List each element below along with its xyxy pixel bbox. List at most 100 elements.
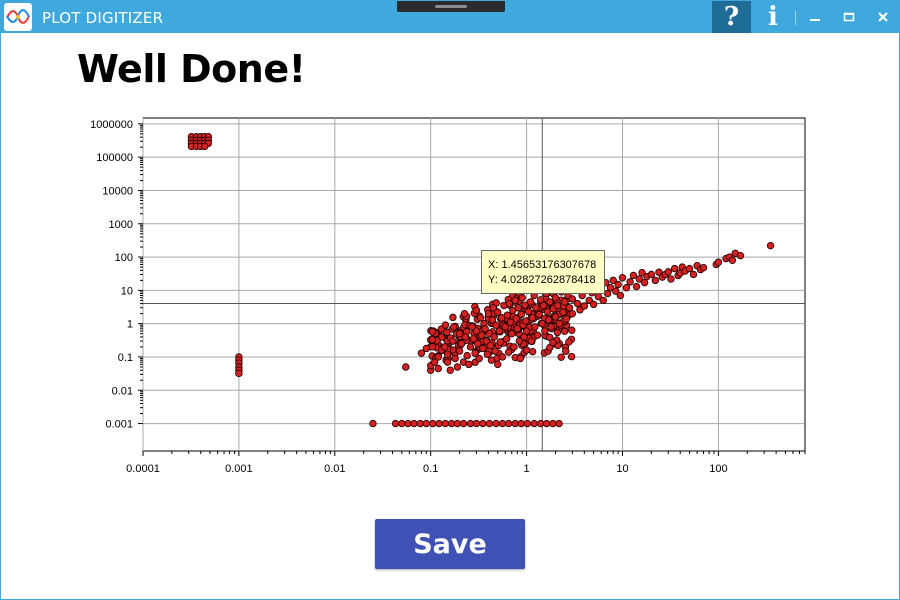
data-point (484, 309, 493, 318)
data-point (398, 419, 406, 428)
data-point (503, 311, 512, 319)
data-point (453, 363, 462, 371)
data-point (632, 282, 641, 291)
data-point (551, 294, 560, 302)
data-point (667, 275, 675, 283)
data-point (664, 268, 672, 276)
data-point (527, 337, 536, 345)
data-point (562, 347, 570, 355)
data-point (428, 343, 437, 351)
data-point (647, 270, 656, 279)
y-tick-label: 10000 (102, 185, 133, 197)
data-point (459, 419, 468, 428)
data-point (539, 301, 548, 310)
data-point (501, 323, 510, 331)
data-point (517, 419, 525, 428)
data-point (472, 419, 481, 428)
help-button[interactable]: ? (712, 1, 751, 33)
x-tick-label: 0.0001 (126, 463, 160, 475)
data-point (441, 419, 450, 428)
y-tick-label: 1000000 (90, 119, 133, 131)
data-point (457, 340, 466, 348)
data-point (736, 251, 745, 260)
close-icon (878, 12, 888, 22)
app-title: PLOT DIGITIZER (42, 9, 164, 27)
data-point (559, 308, 567, 316)
data-point (524, 307, 533, 316)
data-point (568, 326, 576, 334)
y-tick-label: 1 (127, 319, 133, 331)
data-point (422, 344, 431, 353)
data-point (443, 350, 452, 359)
data-point (201, 142, 209, 151)
data-point (476, 314, 485, 322)
data-point (504, 348, 513, 356)
data-point (491, 347, 499, 355)
data-point (699, 263, 708, 272)
close-button[interactable] (865, 1, 899, 33)
data-point (526, 298, 535, 306)
page-title: Well Done! (77, 47, 306, 91)
data-point (557, 353, 565, 361)
data-point (538, 319, 546, 328)
data-point (502, 335, 511, 343)
data-point (528, 347, 537, 356)
data-point (475, 354, 483, 363)
data-point (434, 364, 442, 373)
data-point (461, 333, 470, 341)
minimize-icon (810, 19, 820, 21)
data-point (446, 366, 454, 374)
data-point (555, 419, 563, 428)
data-point (513, 325, 522, 333)
data-point (449, 313, 457, 322)
data-point (622, 284, 631, 292)
data-point (551, 313, 560, 321)
data-point (453, 419, 462, 428)
data-point (450, 323, 458, 331)
data-point (580, 302, 589, 310)
data-point (490, 333, 498, 341)
data-point (511, 296, 519, 305)
data-point (568, 309, 577, 318)
data-point (626, 278, 634, 286)
x-tick-label: 10 (616, 463, 628, 475)
title-bar[interactable]: PLOT DIGITIZER ? i (1, 1, 899, 33)
data-point (536, 419, 545, 428)
data-point (466, 343, 475, 351)
data-point (568, 295, 577, 303)
data-point (472, 306, 481, 315)
data-point (531, 323, 539, 331)
data-point (549, 338, 557, 347)
data-point (544, 316, 553, 324)
data-point (546, 298, 554, 306)
data-point (589, 300, 598, 309)
data-point (498, 419, 507, 428)
info-button[interactable]: i (755, 1, 791, 33)
drag-handle[interactable] (397, 1, 505, 12)
data-point (689, 270, 698, 279)
data-point (522, 346, 531, 354)
data-point (530, 419, 538, 428)
y-tick-label: 10 (121, 285, 133, 297)
data-point (614, 280, 622, 289)
data-point (429, 419, 437, 428)
data-point (441, 343, 449, 351)
data-point (477, 331, 486, 339)
app-logo-icon (4, 3, 32, 31)
info-icon: i (768, 2, 778, 32)
data-point (555, 319, 564, 328)
data-point (435, 419, 443, 428)
save-button[interactable]: Save (375, 519, 525, 569)
data-point (479, 419, 487, 428)
data-point (547, 323, 555, 331)
minimize-button[interactable] (797, 1, 833, 33)
data-point (514, 304, 523, 312)
data-point (618, 274, 627, 282)
data-point (443, 328, 451, 336)
data-point (410, 419, 418, 428)
data-point (369, 419, 377, 428)
scatter-chart[interactable]: 0.0001 0.001 0.01 0.1 1 10 100 0.001 0.01 0.1 1 10 1… (1, 101, 900, 491)
maximize-button[interactable] (831, 1, 867, 33)
data-point (422, 419, 431, 428)
chart-svg[interactable]: 0.0001 0.001 0.01 0.1 1 10 100 0.001 0.01 0.1 1 10 1… (1, 101, 900, 491)
